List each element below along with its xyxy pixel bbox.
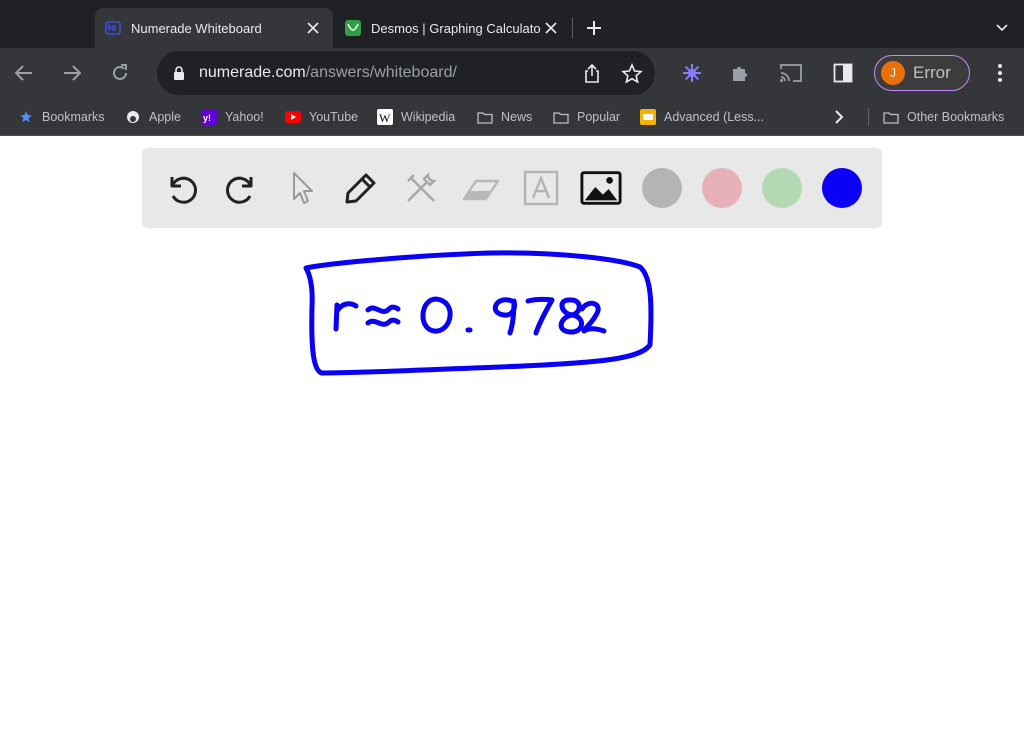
bookmark-label: Apple <box>149 110 181 124</box>
bookmark-youtube[interactable]: YouTube <box>285 108 358 126</box>
text-icon[interactable] <box>520 167 562 209</box>
bookmark-news[interactable]: News <box>477 108 532 126</box>
bookmark-label: News <box>501 110 533 124</box>
tab-title: Numerade Whiteboard <box>131 20 262 36</box>
image-icon[interactable] <box>580 167 622 209</box>
folder-icon <box>477 109 493 125</box>
color-swatch-pink[interactable] <box>702 168 742 208</box>
bookmark-star-icon[interactable] <box>621 62 643 85</box>
address-bar[interactable]: numerade.com/answers/whiteboard/ <box>157 51 655 95</box>
pen-icon[interactable] <box>340 167 382 209</box>
slides-icon <box>640 109 656 125</box>
bookmark-wikipedia[interactable]: W Wikipedia <box>377 108 455 126</box>
tools-icon[interactable] <box>400 167 442 209</box>
other-bookmarks[interactable]: Other Bookmarks <box>883 108 1004 126</box>
url-host: numerade.com <box>199 64 306 81</box>
whiteboard-page <box>0 137 1024 742</box>
folder-icon <box>883 109 899 125</box>
youtube-icon <box>285 109 301 125</box>
svg-text:y!: y! <box>203 113 211 123</box>
star-icon <box>18 109 34 125</box>
whiteboard-toolbar <box>142 148 882 228</box>
color-swatch-green[interactable] <box>762 168 802 208</box>
desmos-icon <box>345 20 361 36</box>
tab-title: Desmos | Graphing Calculato <box>371 20 541 36</box>
bookmark-label: YouTube <box>309 110 359 124</box>
bookmark-label: Yahoo! <box>225 110 264 124</box>
profile-status: Error <box>913 63 951 82</box>
pointer-icon[interactable] <box>280 167 322 209</box>
chevron-down-icon[interactable] <box>992 18 1012 38</box>
reload-icon[interactable] <box>107 60 133 86</box>
color-swatch-blue[interactable] <box>822 168 862 208</box>
url-path: /answers/whiteboard/ <box>305 64 457 81</box>
handwritten-r <box>333 301 359 332</box>
bookmark-yahoo[interactable]: y! Yahoo! <box>201 108 264 126</box>
folder-icon <box>553 109 569 125</box>
handwritten-annotation <box>303 250 654 376</box>
tab-strip: Numerade Whiteboard Desmos | Graphing Ca… <box>0 0 1024 48</box>
svg-text:W: W <box>379 111 391 125</box>
url-text: numerade.com/answers/whiteboard/ <box>199 64 457 82</box>
tab-numerade-whiteboard[interactable]: Numerade Whiteboard <box>95 8 333 48</box>
bookmark-popular[interactable]: Popular <box>553 108 620 126</box>
apple-icon <box>125 109 141 125</box>
wikipedia-icon: W <box>377 109 393 125</box>
tab-separator <box>572 18 573 38</box>
kebab-menu-icon[interactable] <box>990 61 1010 85</box>
handwritten-approx <box>365 304 401 327</box>
handwritten-two <box>579 300 607 334</box>
extension-star-icon[interactable] <box>680 61 704 85</box>
side-panel-icon[interactable] <box>831 61 855 85</box>
profile-button[interactable]: J Error <box>874 55 970 91</box>
cast-icon[interactable] <box>779 61 803 85</box>
bookmarks-separator <box>868 108 869 126</box>
tab-desmos[interactable]: Desmos | Graphing Calculato <box>335 8 571 48</box>
forward-icon[interactable] <box>59 60 85 86</box>
avatar: J <box>881 61 905 85</box>
handwritten-nine <box>492 297 517 336</box>
new-tab-icon[interactable] <box>582 16 606 40</box>
color-swatch-gray[interactable] <box>642 168 682 208</box>
redo-icon[interactable] <box>220 167 262 209</box>
eraser-icon[interactable] <box>460 167 502 209</box>
browser-toolbar: numerade.com/answers/whiteboard/ J Error <box>0 48 1024 98</box>
handwritten-eight <box>558 297 584 335</box>
share-icon[interactable] <box>581 63 603 85</box>
yahoo-icon: y! <box>201 109 217 125</box>
numerade-icon <box>105 20 121 36</box>
chevron-right-icon[interactable] <box>834 108 844 126</box>
undo-icon[interactable] <box>161 167 203 209</box>
extensions-puzzle-icon[interactable] <box>728 61 752 85</box>
bookmarks-bar: Bookmarks Apple y! Yahoo! YouTube W Wiki… <box>0 98 1024 136</box>
bookmark-label: Bookmarks <box>42 110 105 124</box>
bookmark-label: Advanced (Less... <box>664 110 765 124</box>
close-icon[interactable] <box>303 18 323 38</box>
handwritten-zero <box>420 296 453 334</box>
drawing-canvas[interactable] <box>0 237 1024 742</box>
bookmark-advanced[interactable]: Advanced (Less... <box>640 108 764 126</box>
bookmark-label: Other Bookmarks <box>907 110 1005 124</box>
bookmark-label: Popular <box>577 110 621 124</box>
bookmark-label: Wikipedia <box>401 110 456 124</box>
bookmark-bookmarks[interactable]: Bookmarks <box>18 108 105 126</box>
back-icon[interactable] <box>11 60 37 86</box>
bookmark-apple[interactable]: Apple <box>125 108 181 126</box>
lock-icon <box>171 65 187 81</box>
close-icon[interactable] <box>541 18 561 38</box>
handwritten-seven <box>525 296 555 336</box>
